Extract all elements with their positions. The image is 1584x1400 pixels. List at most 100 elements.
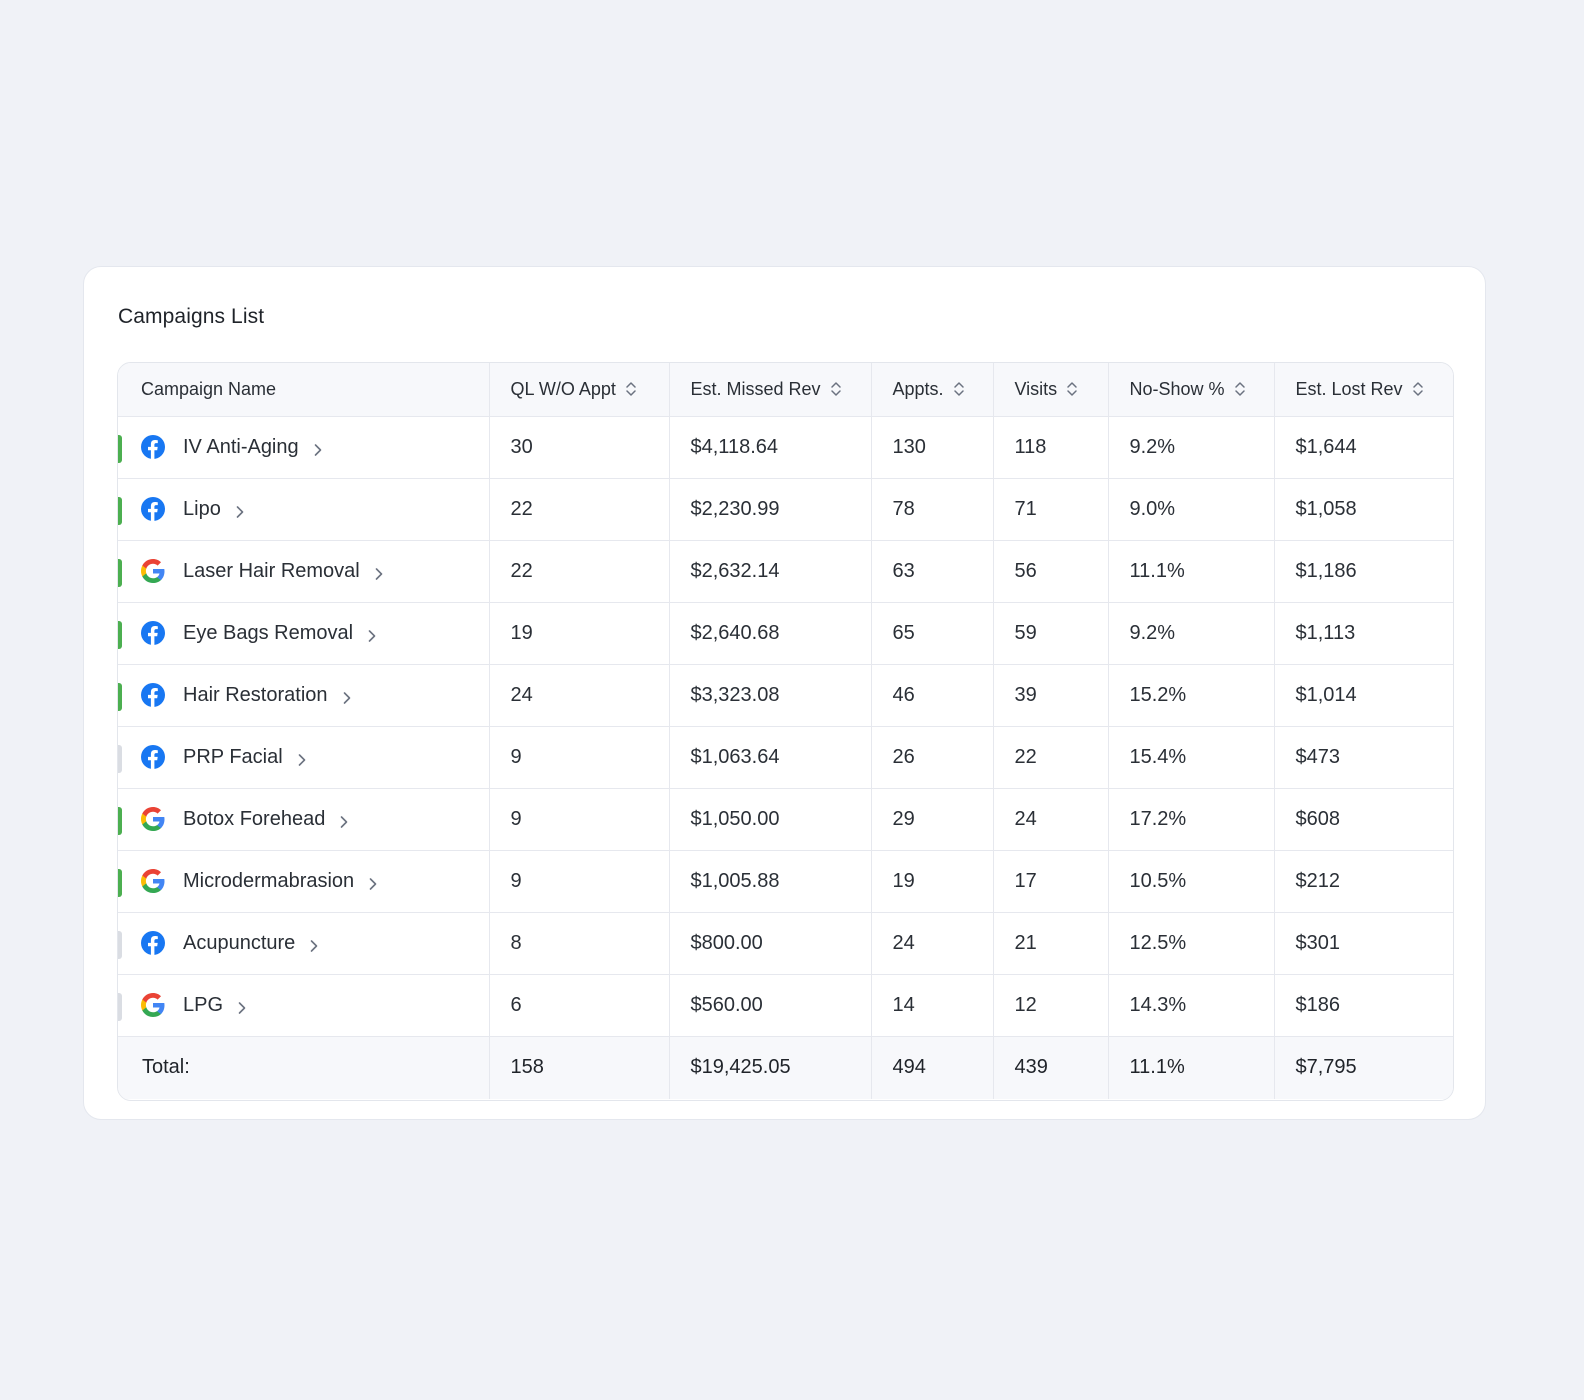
chevron-right-icon[interactable]	[337, 812, 351, 828]
totals-lost-rev: $7,795	[1274, 1036, 1453, 1099]
facebook-icon	[141, 931, 165, 955]
campaign-name[interactable]: Microdermabrasion	[183, 870, 354, 893]
campaign-name[interactable]: Hair Restoration	[183, 684, 328, 707]
facebook-icon	[141, 621, 165, 645]
table-body: IV Anti-Aging 30 $4,118.64 130 118 9.2% $1,644…	[118, 416, 1453, 1037]
campaign-name-cell[interactable]: Laser Hair Removal	[118, 540, 490, 603]
table-row[interactable]: PRP Facial 9 $1,063.64 26 22 15.4% $473	[118, 726, 1453, 789]
sort-icon[interactable]	[1066, 381, 1078, 397]
totals-missed-rev: $19,425.05	[669, 1036, 872, 1099]
table-row[interactable]: Laser Hair Removal 22 $2,632.14 63 56 11.1% $1…	[118, 540, 1453, 603]
google-icon	[141, 869, 165, 893]
card-title: Campaigns List	[118, 305, 265, 328]
appts-cell: 65	[871, 602, 994, 665]
lost-rev-cell: $1,186	[1274, 540, 1453, 603]
campaign-name-cell[interactable]: Acupuncture	[118, 912, 490, 975]
lost-rev-cell: $212	[1274, 850, 1453, 913]
chevron-right-icon[interactable]	[366, 874, 380, 890]
visits-cell: 56	[993, 540, 1109, 603]
campaign-name-cell[interactable]: IV Anti-Aging	[118, 416, 490, 479]
campaign-name[interactable]: Laser Hair Removal	[183, 560, 360, 583]
column-header-label: Appts.	[892, 378, 944, 399]
table-row[interactable]: Hair Restoration 24 $3,323.08 46 39 15.2% $1,0…	[118, 664, 1453, 727]
chevron-right-icon[interactable]	[340, 688, 354, 704]
table-row[interactable]: LPG 6 $560.00 14 12 14.3% $186	[118, 974, 1453, 1037]
campaign-name[interactable]: IV Anti-Aging	[183, 436, 299, 459]
column-header-est-lost-rev[interactable]: Est. Lost Rev	[1274, 363, 1453, 417]
chevron-right-icon[interactable]	[372, 564, 386, 580]
table-row[interactable]: Acupuncture 8 $800.00 24 21 12.5% $301	[118, 912, 1453, 975]
ql-cell: 30	[489, 416, 670, 479]
totals-ql: 158	[489, 1036, 670, 1099]
campaign-name-cell[interactable]: PRP Facial	[118, 726, 490, 789]
missed-rev-cell: $800.00	[669, 912, 872, 975]
campaign-name-cell[interactable]: LPG	[118, 974, 490, 1037]
no-show-cell: 9.0%	[1108, 478, 1275, 541]
ql-cell: 24	[489, 664, 670, 727]
chevron-right-icon[interactable]	[295, 750, 309, 766]
column-header-label: Est. Lost Rev	[1295, 378, 1403, 399]
campaign-name[interactable]: PRP Facial	[183, 746, 283, 769]
totals-no-show: 11.1%	[1108, 1036, 1275, 1099]
table-header: Campaign Name QL W/O Appt Est. Missed Rev A…	[118, 363, 1453, 417]
column-header-campaign-name: Campaign Name	[118, 363, 490, 417]
table-footer: Total: 158 $19,425.05 494 439 11.1% $7,7…	[118, 1036, 1453, 1099]
sort-icon[interactable]	[1412, 381, 1424, 397]
chevron-right-icon[interactable]	[235, 998, 249, 1014]
campaign-name-cell[interactable]: Microdermabrasion	[118, 850, 490, 913]
header-row: Campaign Name QL W/O Appt Est. Missed Rev A…	[118, 363, 1453, 417]
table-row[interactable]: IV Anti-Aging 30 $4,118.64 130 118 9.2% $1,644	[118, 416, 1453, 479]
lost-rev-cell: $1,014	[1274, 664, 1453, 727]
chevron-right-icon[interactable]	[365, 626, 379, 642]
table-row[interactable]: Lipo 22 $2,230.99 78 71 9.0% $1,058	[118, 478, 1453, 541]
column-header-visits[interactable]: Visits	[993, 363, 1109, 417]
column-header-no-show[interactable]: No-Show %	[1108, 363, 1275, 417]
table-row[interactable]: Microdermabrasion 9 $1,005.88 19 17 10.5% $212	[118, 850, 1453, 913]
table-row[interactable]: Botox Forehead 9 $1,050.00 29 24 17.2% $608	[118, 788, 1453, 851]
chevron-right-icon[interactable]	[311, 440, 325, 456]
facebook-icon	[141, 497, 165, 521]
no-show-cell: 9.2%	[1108, 416, 1275, 479]
missed-rev-cell: $2,632.14	[669, 540, 872, 603]
chevron-right-icon[interactable]	[307, 936, 321, 952]
campaign-name-wrapper: Eye Bags Removal	[141, 621, 489, 645]
campaigns-table: Campaign Name QL W/O Appt Est. Missed Rev A…	[118, 363, 1453, 1099]
status-indicator	[118, 806, 122, 835]
ql-cell: 22	[489, 540, 670, 603]
column-header-ql-w-o-appt[interactable]: QL W/O Appt	[489, 363, 670, 417]
campaign-name-cell[interactable]: Eye Bags Removal	[118, 602, 490, 665]
campaign-name-cell[interactable]: Hair Restoration	[118, 664, 490, 727]
status-indicator	[118, 930, 122, 959]
visits-cell: 12	[993, 974, 1109, 1037]
column-header-label: Campaign Name	[141, 378, 277, 399]
facebook-icon	[141, 745, 165, 769]
totals-row: Total: 158 $19,425.05 494 439 11.1% $7,7…	[118, 1036, 1453, 1099]
sort-icon[interactable]	[953, 381, 965, 397]
ql-cell: 22	[489, 478, 670, 541]
no-show-cell: 17.2%	[1108, 788, 1275, 851]
campaigns-card: Campaigns List Campaign Name QL W/O Appt E…	[83, 266, 1486, 1120]
campaign-name[interactable]: LPG	[183, 994, 223, 1017]
campaign-name-cell[interactable]: Botox Forehead	[118, 788, 490, 851]
campaign-name-cell[interactable]: Lipo	[118, 478, 490, 541]
no-show-cell: 11.1%	[1108, 540, 1275, 603]
lost-rev-cell: $301	[1274, 912, 1453, 975]
column-header-est-missed-rev[interactable]: Est. Missed Rev	[669, 363, 872, 417]
campaign-name[interactable]: Acupuncture	[183, 932, 295, 955]
lost-rev-cell: $608	[1274, 788, 1453, 851]
chevron-right-icon[interactable]	[233, 502, 247, 518]
campaign-name[interactable]: Eye Bags Removal	[183, 622, 353, 645]
campaign-name[interactable]: Botox Forehead	[183, 808, 325, 831]
sort-icon[interactable]	[1234, 381, 1246, 397]
column-header-appts[interactable]: Appts.	[871, 363, 994, 417]
sort-icon[interactable]	[830, 381, 842, 397]
ql-cell: 9	[489, 850, 670, 913]
table-row[interactable]: Eye Bags Removal 19 $2,640.68 65 59 9.2% $1,11…	[118, 602, 1453, 665]
visits-cell: 21	[993, 912, 1109, 975]
google-icon	[141, 559, 165, 583]
appts-cell: 19	[871, 850, 994, 913]
campaign-name[interactable]: Lipo	[183, 498, 221, 521]
campaign-name-wrapper: Hair Restoration	[141, 683, 489, 707]
appts-cell: 14	[871, 974, 994, 1037]
sort-icon[interactable]	[625, 381, 637, 397]
